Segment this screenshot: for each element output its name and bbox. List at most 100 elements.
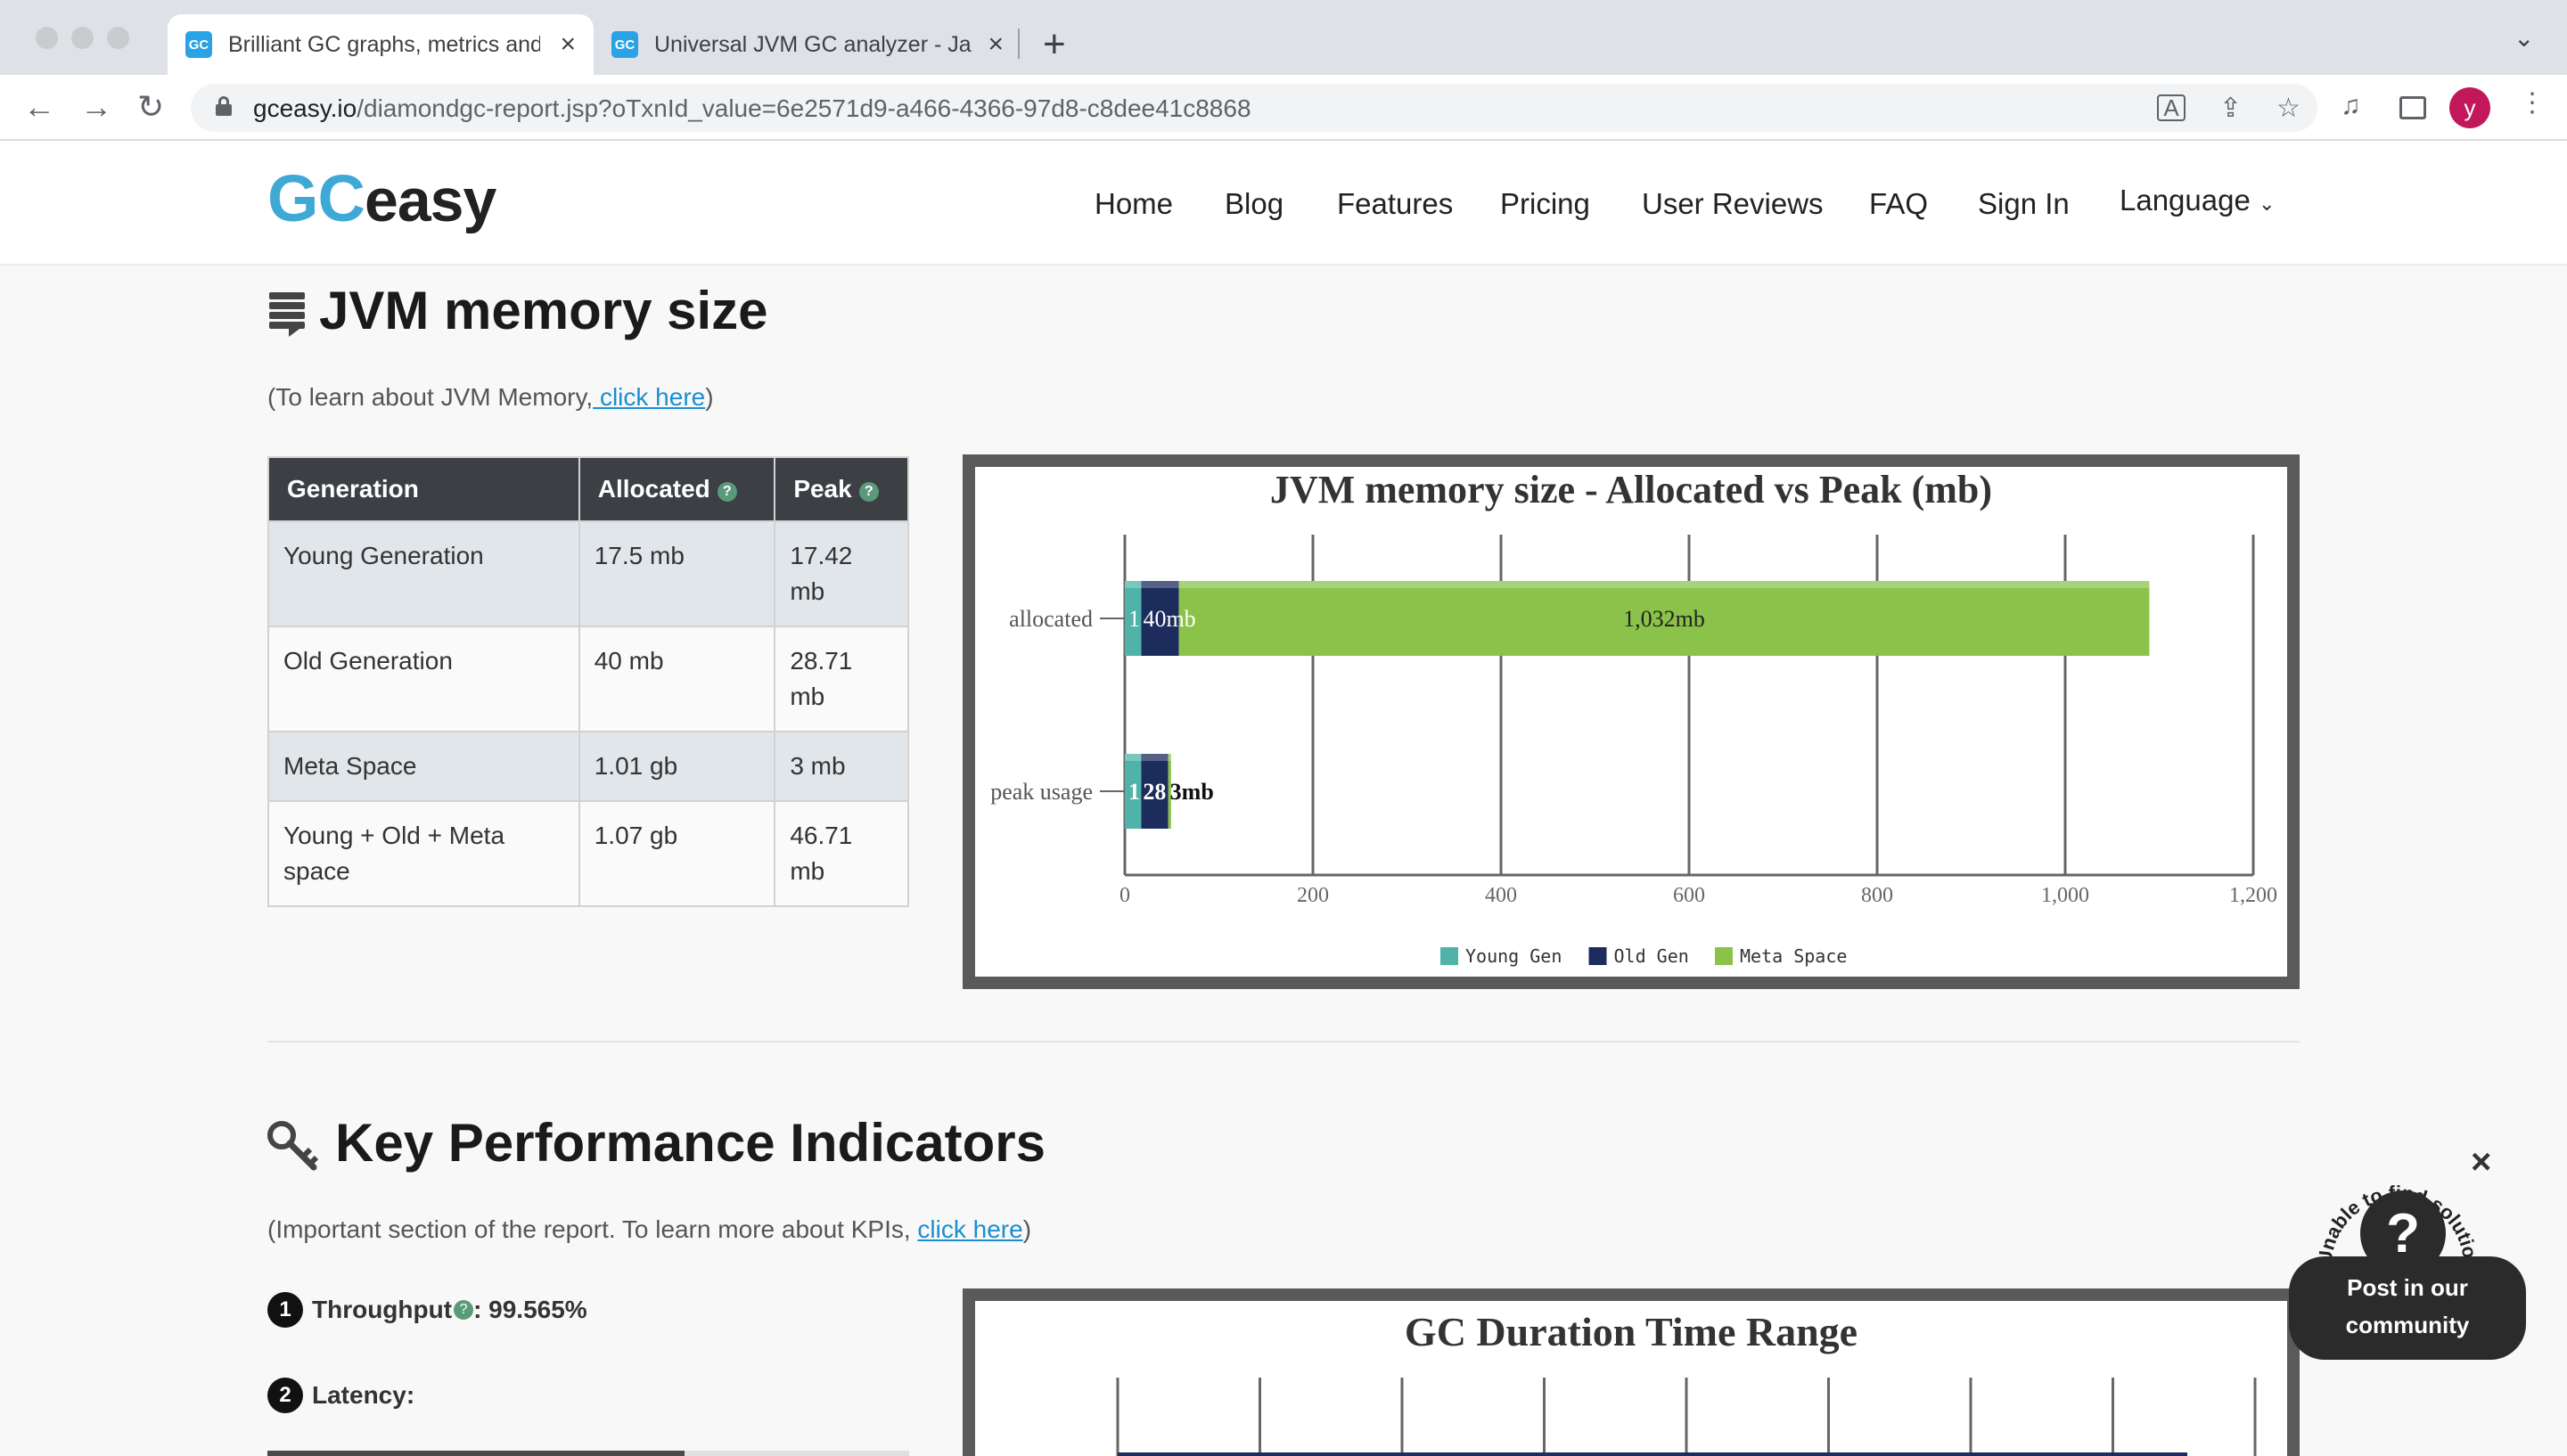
cell-allocated: 40 mb xyxy=(578,626,776,732)
nav-language[interactable]: Language ⌄ xyxy=(2120,184,2275,217)
chart-title: JVM memory size - Allocated vs Peak (mb) xyxy=(1270,468,1992,511)
help-icon[interactable]: ? xyxy=(454,1300,474,1320)
bar-highlight xyxy=(1141,581,1179,588)
cell-generation: Old Generation xyxy=(267,626,580,732)
sidepanel-icon[interactable] xyxy=(2399,96,2426,119)
kpi-number-badge: 1 xyxy=(267,1292,303,1328)
data-label: 3mb xyxy=(1170,779,1214,805)
new-tab-icon[interactable]: + xyxy=(1043,21,1066,68)
tab-title: Universal JVM GC analyzer - Ja xyxy=(654,31,972,57)
gceasy-logo[interactable]: GCeasy xyxy=(267,160,496,236)
x-tick-label: 1,200 xyxy=(2229,884,2277,907)
reload-icon[interactable]: ↻ xyxy=(137,86,164,128)
cell-allocated: 1.07 gb xyxy=(578,800,776,907)
memory-table: Generation Allocated? Peak? Young Genera… xyxy=(267,456,909,907)
section-title-kpi: Key Performance Indicators xyxy=(335,1113,1046,1173)
memory-learn-link[interactable]: click here xyxy=(593,383,705,411)
chart-title: GC Duration Time Range xyxy=(1405,1309,1858,1354)
cell-allocated: 1.01 gb xyxy=(578,731,776,802)
kpi-number-badge: 2 xyxy=(267,1378,303,1413)
gceasy-favicon-icon: GC xyxy=(185,31,212,58)
tab-close-icon[interactable]: × xyxy=(988,29,1004,60)
nav-user-reviews[interactable]: User Reviews xyxy=(1642,187,1824,221)
legend-swatch xyxy=(1588,947,1607,965)
nav-faq[interactable]: FAQ xyxy=(1869,187,1928,221)
kpi-label: Throughput xyxy=(312,1296,453,1323)
bar-highlight xyxy=(1168,754,1171,761)
cell-peak: 46.71 mb xyxy=(774,800,909,907)
data-label: 1 xyxy=(1128,779,1140,805)
key-icon xyxy=(267,1121,319,1171)
menu-icon[interactable]: ⋮ xyxy=(2519,87,2546,119)
bar-highlight xyxy=(1141,754,1169,761)
share-icon[interactable]: ⇪ xyxy=(2219,93,2242,124)
bar-highlight xyxy=(1125,581,1142,588)
legend-swatch xyxy=(1440,947,1458,965)
kpi-value: : 99.565% xyxy=(473,1296,587,1323)
cell-allocated: 17.5 mb xyxy=(578,520,776,627)
x-tick-label: 200 xyxy=(1297,884,1329,907)
chevron-down-icon: ⌄ xyxy=(2259,192,2276,215)
table-header-row: Generation Allocated? Peak? xyxy=(267,456,909,522)
window-minimize-button[interactable] xyxy=(71,27,94,49)
forward-icon[interactable]: → xyxy=(80,86,112,128)
tab-search-chevron-icon[interactable]: ⌄ xyxy=(2514,23,2534,53)
bar xyxy=(1118,1452,2187,1456)
legend-label: Meta Space xyxy=(1740,945,1847,967)
nav-sign-in[interactable]: Sign In xyxy=(1978,187,2070,221)
kpi-note: (Important section of the report. To lea… xyxy=(267,1215,1032,1243)
browser-tab-bar: GC Brilliant GC graphs, metrics and × GC… xyxy=(0,0,2567,75)
gc-duration-chart: GC Duration Time Range xyxy=(1116,1309,2257,1456)
cell-peak: 28.71 mb xyxy=(774,626,909,732)
y-category-label: allocated xyxy=(1009,606,1093,632)
cell-generation: Young + Old + Meta space xyxy=(267,800,580,907)
media-icon[interactable]: ♫ xyxy=(2341,91,2361,121)
avatar[interactable]: y xyxy=(2449,87,2490,128)
table-row: Old Generation 40 mb 28.71 mb xyxy=(267,626,909,732)
cell-peak: 3 mb xyxy=(774,731,909,802)
column-header-peak: Peak? xyxy=(774,456,909,522)
x-tick-label: 600 xyxy=(1673,884,1705,907)
back-icon[interactable]: ← xyxy=(23,86,55,128)
data-label: 40mb xyxy=(1143,606,1195,632)
memory-note: (To learn about JVM Memory, click here) xyxy=(267,383,714,411)
tab-title: Brilliant GC graphs, metrics and xyxy=(228,31,540,57)
window-close-button[interactable] xyxy=(36,27,58,49)
url-text[interactable]: gceasy.io/diamondgc-report.jsp?oTxnId_va… xyxy=(253,94,1251,123)
y-category-label: peak usage xyxy=(990,779,1093,805)
x-tick-label: 0 xyxy=(1119,884,1130,907)
nav-blog[interactable]: Blog xyxy=(1225,187,1284,221)
translate-icon[interactable]: A xyxy=(2157,94,2186,121)
data-label: 1 xyxy=(1128,606,1140,632)
help-icon[interactable]: ? xyxy=(858,482,879,502)
nav-pricing[interactable]: Pricing xyxy=(1500,187,1590,221)
browser-tab[interactable]: GC Universal JVM GC analyzer - Ja × xyxy=(594,14,1021,75)
post-community-button[interactable]: Post in our community xyxy=(2289,1256,2526,1360)
data-label: 28 xyxy=(1143,779,1166,805)
nav-features[interactable]: Features xyxy=(1337,187,1453,221)
tab-close-icon[interactable]: × xyxy=(560,29,576,60)
legend-swatch xyxy=(1715,947,1733,965)
star-icon[interactable]: ☆ xyxy=(2276,93,2300,124)
lock-icon[interactable] xyxy=(216,96,232,116)
window-zoom-button[interactable] xyxy=(107,27,129,49)
latency-bar xyxy=(267,1451,909,1456)
table-row: Young + Old + Meta space 1.07 gb 46.71 m… xyxy=(267,800,909,907)
kpi-label: Latency: xyxy=(312,1381,415,1409)
column-header-allocated: Allocated? xyxy=(578,456,776,522)
table-row: Young Generation 17.5 mb 17.42 mb xyxy=(267,520,909,627)
help-icon[interactable]: ? xyxy=(717,482,737,502)
browser-tab-active[interactable]: GC Brilliant GC graphs, metrics and × xyxy=(168,14,594,75)
bar-highlight xyxy=(1178,581,2150,588)
address-bar[interactable]: gceasy.io/diamondgc-report.jsp?oTxnId_va… xyxy=(191,84,2317,132)
memory-stack-icon xyxy=(269,292,305,337)
nav-home[interactable]: Home xyxy=(1095,187,1173,221)
site-header: GCeasy Home Blog Features Pricing User R… xyxy=(0,141,2567,266)
legend-label: Young Gen xyxy=(1465,945,1562,967)
x-tick-label: 1,000 xyxy=(2041,884,2089,907)
cell-peak: 17.42 mb xyxy=(774,520,909,627)
cell-generation: Meta Space xyxy=(267,731,580,802)
memory-chart: JVM memory size - Allocated vs Peak (mb)… xyxy=(990,468,2277,967)
kpi-learn-link[interactable]: click here xyxy=(917,1215,1022,1243)
bar-highlight xyxy=(1125,754,1142,761)
